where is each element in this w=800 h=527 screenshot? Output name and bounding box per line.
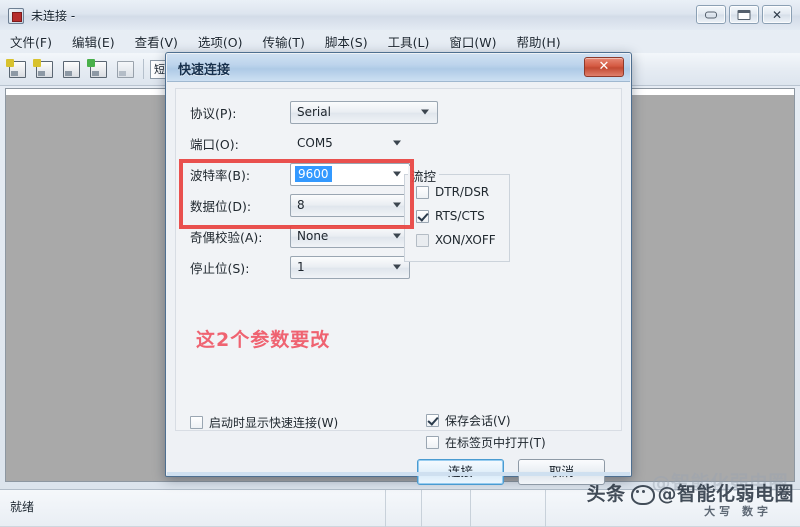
stop-bits-value: 1 — [297, 260, 305, 274]
chevron-down-icon — [393, 264, 401, 270]
port-select[interactable]: COM5 — [290, 132, 410, 155]
dialog-body: 协议(P): Serial 端口(O): COM5 波特率(B): 9600 数… — [167, 82, 630, 485]
port-label: 端口(O): — [190, 136, 239, 152]
menu-item-view[interactable]: 查看(V) — [125, 30, 188, 53]
status-divider — [470, 490, 471, 527]
menu-item-tools[interactable]: 工具(L) — [378, 30, 440, 53]
dialog-title: 快速连接 — [178, 63, 231, 78]
checkbox-dtr-dsr[interactable]: DTR/DSR — [416, 185, 489, 199]
data-bits-value: 8 — [297, 198, 305, 212]
field-row-data-bits: 数据位(D): 8 — [190, 192, 410, 218]
checkbox-label: DTR/DSR — [435, 185, 490, 199]
checkbox-label: XON/XOFF — [435, 233, 496, 247]
checkbox-show-on-startup[interactable]: 启动时显示快速连接(W) — [190, 414, 338, 431]
status-divider — [385, 490, 386, 527]
checkbox-label: 在标签页中打开(T) — [445, 436, 546, 450]
menu-item-transfer[interactable]: 传输(T) — [253, 30, 315, 53]
watermark-handle: @智能化弱电圈 — [657, 483, 794, 505]
stop-bits-select[interactable]: 1 — [290, 255, 410, 279]
chevron-down-icon — [393, 202, 401, 208]
checkbox-box — [416, 185, 429, 199]
menu-item-file[interactable]: 文件(F) — [0, 30, 62, 53]
terminal-app-icon — [8, 7, 24, 24]
window-controls: ✕ — [696, 3, 795, 24]
field-row-stop-bits: 停止位(S): 1 — [190, 254, 410, 280]
protocol-label: 协议(P): — [190, 105, 237, 121]
menu-item-window[interactable]: 窗口(W) — [439, 30, 506, 53]
bird-logo-icon — [628, 482, 656, 505]
port-value: COM5 — [297, 136, 333, 150]
main-application-window: 未连接 - ✕ 文件(F) 编辑(E) 查看(V) 选项(O) 传输(T) 脚本… — [0, 0, 800, 527]
field-row-baud-rate: 波特率(B): 9600 — [190, 161, 410, 187]
new-session-icon[interactable] — [6, 59, 27, 78]
status-divider — [421, 490, 422, 527]
data-bits-select[interactable]: 8 — [290, 193, 410, 217]
baud-rate-value: 9600 — [295, 166, 332, 182]
checkbox-rts-cts[interactable]: RTS/CTS — [416, 209, 485, 223]
menu-item-help[interactable]: 帮助(H) — [506, 30, 570, 53]
watermark-subtext: 大写 数字 — [704, 505, 772, 518]
dialog-bottom-edge — [167, 472, 630, 476]
checkbox-save-session[interactable]: 保存会话(V) — [426, 412, 511, 429]
checkbox-box — [426, 436, 439, 449]
parity-select[interactable]: None — [290, 224, 410, 248]
quick-connect-dialog: 快速连接 ✕ 协议(P): Serial 端口(O): COM5 波特率(B):… — [165, 52, 632, 485]
menu-item-script[interactable]: 脚本(S) — [315, 30, 378, 53]
baud-rate-input[interactable]: 9600 — [290, 162, 410, 186]
close-icon: ✕ — [771, 7, 783, 22]
open-folder-icon[interactable] — [61, 60, 81, 78]
status-divider — [545, 490, 546, 527]
stop-bits-label: 停止位(S): — [190, 260, 250, 276]
chevron-down-icon — [393, 140, 401, 146]
menubar: 文件(F) 编辑(E) 查看(V) 选项(O) 传输(T) 脚本(S) 工具(L… — [0, 30, 800, 53]
parity-label: 奇偶校验(A): — [190, 229, 263, 245]
annotation-text: 这2个参数要改 — [196, 329, 331, 351]
minimize-icon — [705, 11, 717, 18]
chevron-down-icon — [393, 171, 401, 177]
checkbox-box — [190, 416, 203, 429]
dialog-titlebar — [167, 54, 630, 82]
connect-icon[interactable] — [33, 59, 54, 78]
close-button[interactable]: ✕ — [762, 5, 792, 24]
checkbox-label: RTS/CTS — [435, 209, 485, 223]
baud-rate-label: 波特率(B): — [190, 167, 251, 183]
dialog-content-panel: 协议(P): Serial 端口(O): COM5 波特率(B): 9600 数… — [175, 88, 622, 485]
menu-item-edit[interactable]: 编辑(E) — [62, 30, 125, 53]
flow-control-legend: 流控 — [408, 166, 440, 185]
field-row-protocol: 协议(P): Serial — [190, 99, 438, 125]
disconnect-icon[interactable] — [115, 60, 135, 78]
parity-value: None — [297, 229, 329, 243]
checkbox-box — [426, 414, 439, 427]
protocol-select[interactable]: Serial — [290, 100, 438, 124]
watermark: 头条 @智能化弱电圈 — [586, 479, 794, 506]
minimize-button[interactable] — [696, 5, 726, 24]
window-titlebar: 未连接 - ✕ — [0, 0, 800, 30]
checkbox-label: 保存会话(V) — [445, 414, 511, 428]
checkbox-xon-xoff[interactable]: XON/XOFF — [416, 233, 496, 247]
window-title: 未连接 - — [31, 8, 76, 23]
toolbar-separator — [143, 59, 144, 79]
menu-item-options[interactable]: 选项(O) — [188, 30, 253, 53]
data-bits-label: 数据位(D): — [190, 198, 252, 214]
field-row-port: 端口(O): COM5 — [190, 130, 410, 156]
checkbox-label: 启动时显示快速连接(W) — [209, 416, 339, 430]
maximize-button[interactable] — [729, 5, 759, 24]
quick-connect-icon[interactable] — [87, 59, 108, 78]
dialog-close-button[interactable]: ✕ — [584, 57, 624, 77]
chevron-down-icon — [421, 109, 429, 115]
chevron-down-icon — [393, 233, 401, 239]
protocol-value: Serial — [297, 105, 331, 119]
checkbox-open-in-tab[interactable]: 在标签页中打开(T) — [426, 434, 546, 451]
checkbox-box — [416, 233, 429, 247]
maximize-icon — [737, 9, 751, 20]
checkbox-box — [416, 209, 429, 223]
field-row-parity: 奇偶校验(A): None — [190, 223, 410, 249]
status-ready-text: 就绪 — [10, 500, 35, 514]
